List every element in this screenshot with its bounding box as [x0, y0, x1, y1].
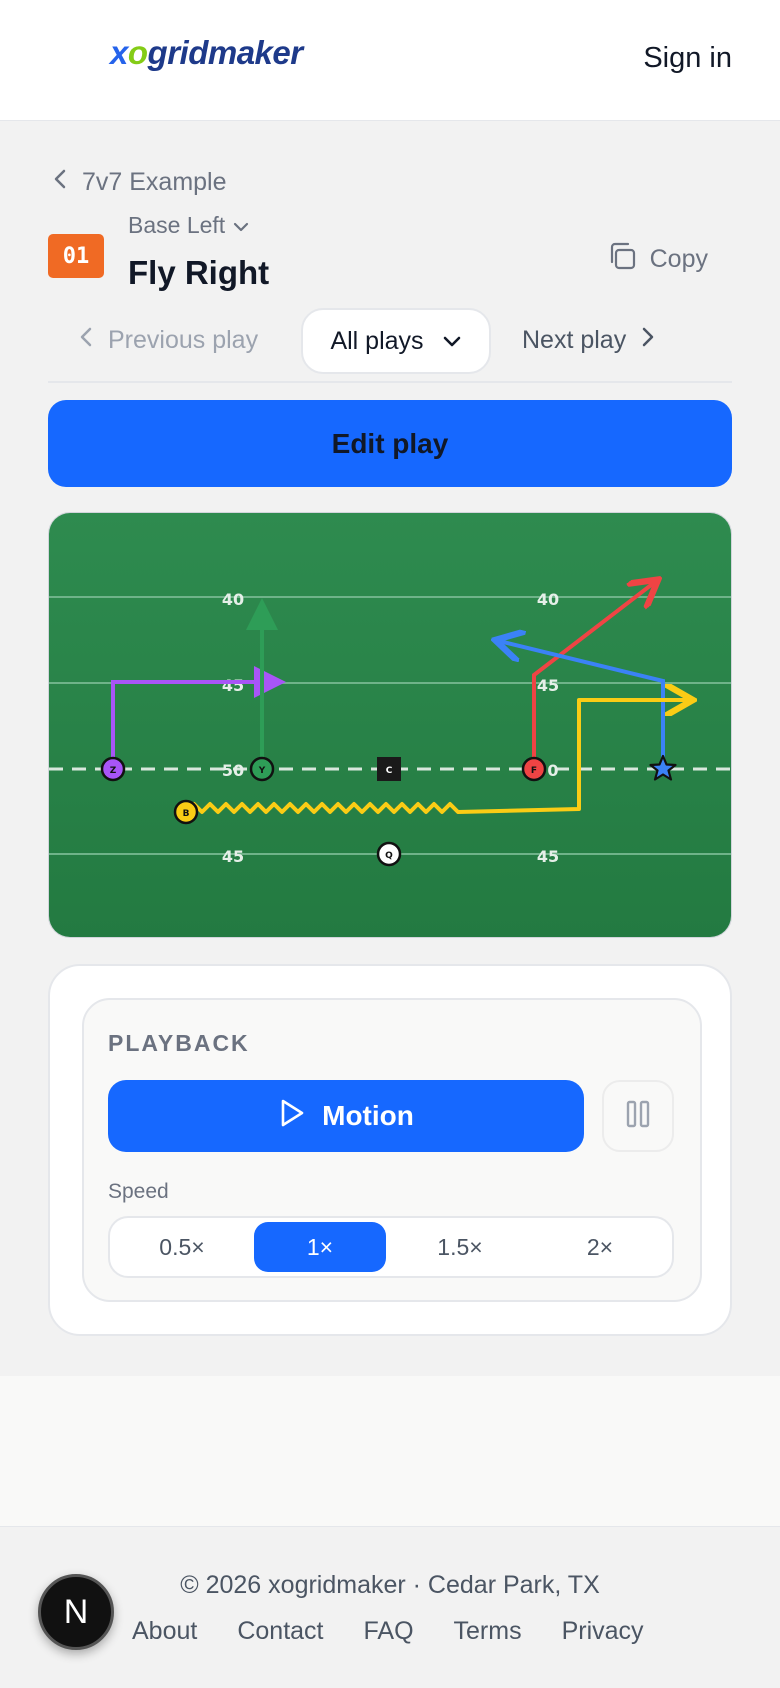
edit-play-button[interactable]: Edit play	[48, 400, 732, 487]
playback-panel: PLAYBACK Motion Speed 0.5× 1× 1.5× 2×	[82, 998, 702, 1302]
player-c[interactable]: C	[377, 757, 401, 781]
breadcrumb[interactable]: 7v7 Example	[52, 168, 227, 197]
previous-play-label: Previous play	[108, 326, 259, 354]
player-b[interactable]: B	[173, 799, 199, 825]
yard-number: 45	[537, 676, 559, 695]
svg-text:F: F	[531, 766, 537, 776]
chevron-right-icon	[640, 326, 656, 355]
yard-number: 45	[222, 847, 244, 866]
player-y[interactable]: Y	[249, 756, 275, 782]
copy-label: Copy	[649, 245, 708, 273]
sign-in-button[interactable]: Sign in	[643, 42, 732, 75]
speed-selector: 0.5× 1× 1.5× 2×	[108, 1216, 674, 1278]
playback-card: PLAYBACK Motion Speed 0.5× 1× 1.5× 2×	[48, 964, 732, 1336]
svg-text:C: C	[386, 766, 393, 776]
play-icon	[278, 1098, 306, 1135]
next-play-button[interactable]: Next play	[522, 326, 656, 355]
pause-button[interactable]	[602, 1080, 674, 1152]
player-z[interactable]: Z	[100, 756, 126, 782]
formation-label: Base Left	[128, 212, 226, 238]
footer-link-faq[interactable]: FAQ	[364, 1617, 414, 1646]
chevron-left-icon	[78, 326, 94, 355]
yard-number: 45	[537, 847, 559, 866]
chevron-down-icon	[442, 327, 462, 356]
chevron-down-icon	[233, 212, 249, 239]
next-dev-tools-button[interactable]: N	[38, 1574, 114, 1650]
yard-number: 45	[222, 676, 244, 695]
copy-icon	[606, 240, 638, 279]
play-diagram: 40 40 45 45 50 0 45 45 Z Y C F B Q	[48, 512, 732, 938]
speed-option-1x[interactable]: 1×	[254, 1222, 386, 1272]
yard-number: 0	[547, 761, 558, 780]
footer-link-terms[interactable]: Terms	[454, 1617, 522, 1646]
yard-number: 50	[222, 761, 244, 780]
motion-button[interactable]: Motion	[108, 1080, 584, 1152]
all-plays-label: All plays	[330, 326, 424, 355]
yard-number: 40	[222, 590, 244, 609]
site-header: xogridmaker Sign in	[0, 0, 780, 121]
logo[interactable]: xogridmaker	[110, 34, 303, 72]
pause-icon	[625, 1099, 651, 1134]
motion-label: Motion	[322, 1100, 414, 1131]
site-footer: © 2026 xogridmaker · Cedar Park, TX Abou…	[0, 1526, 780, 1688]
field-background	[49, 513, 731, 937]
play-number-badge: 01	[48, 234, 104, 278]
svg-text:Z: Z	[110, 766, 117, 776]
speed-label: Speed	[108, 1180, 169, 1203]
field-canvas: 40 40 45 45 50 0 45 45 Z Y C F B Q	[49, 513, 731, 937]
footer-links: About Contact FAQ Terms Privacy	[132, 1617, 644, 1646]
yard-number: 40	[537, 590, 559, 609]
footer-link-about[interactable]: About	[132, 1617, 197, 1646]
svg-text:B: B	[183, 809, 190, 819]
svg-text:Y: Y	[258, 766, 266, 776]
play-title: Fly Right	[128, 254, 270, 291]
all-plays-dropdown[interactable]: All plays	[301, 308, 491, 374]
player-f[interactable]: F	[521, 756, 547, 782]
player-q[interactable]: Q	[376, 841, 402, 867]
chevron-left-icon	[52, 168, 68, 197]
speed-option-1-5x[interactable]: 1.5×	[394, 1222, 526, 1272]
speed-option-0-5x[interactable]: 0.5×	[116, 1222, 248, 1272]
footer-link-privacy[interactable]: Privacy	[562, 1617, 644, 1646]
footer-link-contact[interactable]: Contact	[237, 1617, 323, 1646]
play-navigation: Previous play All plays Next play	[48, 308, 732, 383]
speed-option-2x[interactable]: 2×	[534, 1222, 666, 1272]
breadcrumb-label: 7v7 Example	[82, 168, 227, 196]
next-play-label: Next play	[522, 326, 627, 354]
previous-play-button[interactable]: Previous play	[78, 326, 258, 355]
copyright: © 2026 xogridmaker · Cedar Park, TX	[180, 1571, 600, 1599]
formation-dropdown[interactable]: Base Left	[128, 212, 249, 239]
copy-button[interactable]: Copy	[606, 240, 708, 279]
playback-title: PLAYBACK	[108, 1030, 250, 1056]
svg-text:Q: Q	[385, 851, 393, 861]
spacer	[0, 1376, 780, 1526]
